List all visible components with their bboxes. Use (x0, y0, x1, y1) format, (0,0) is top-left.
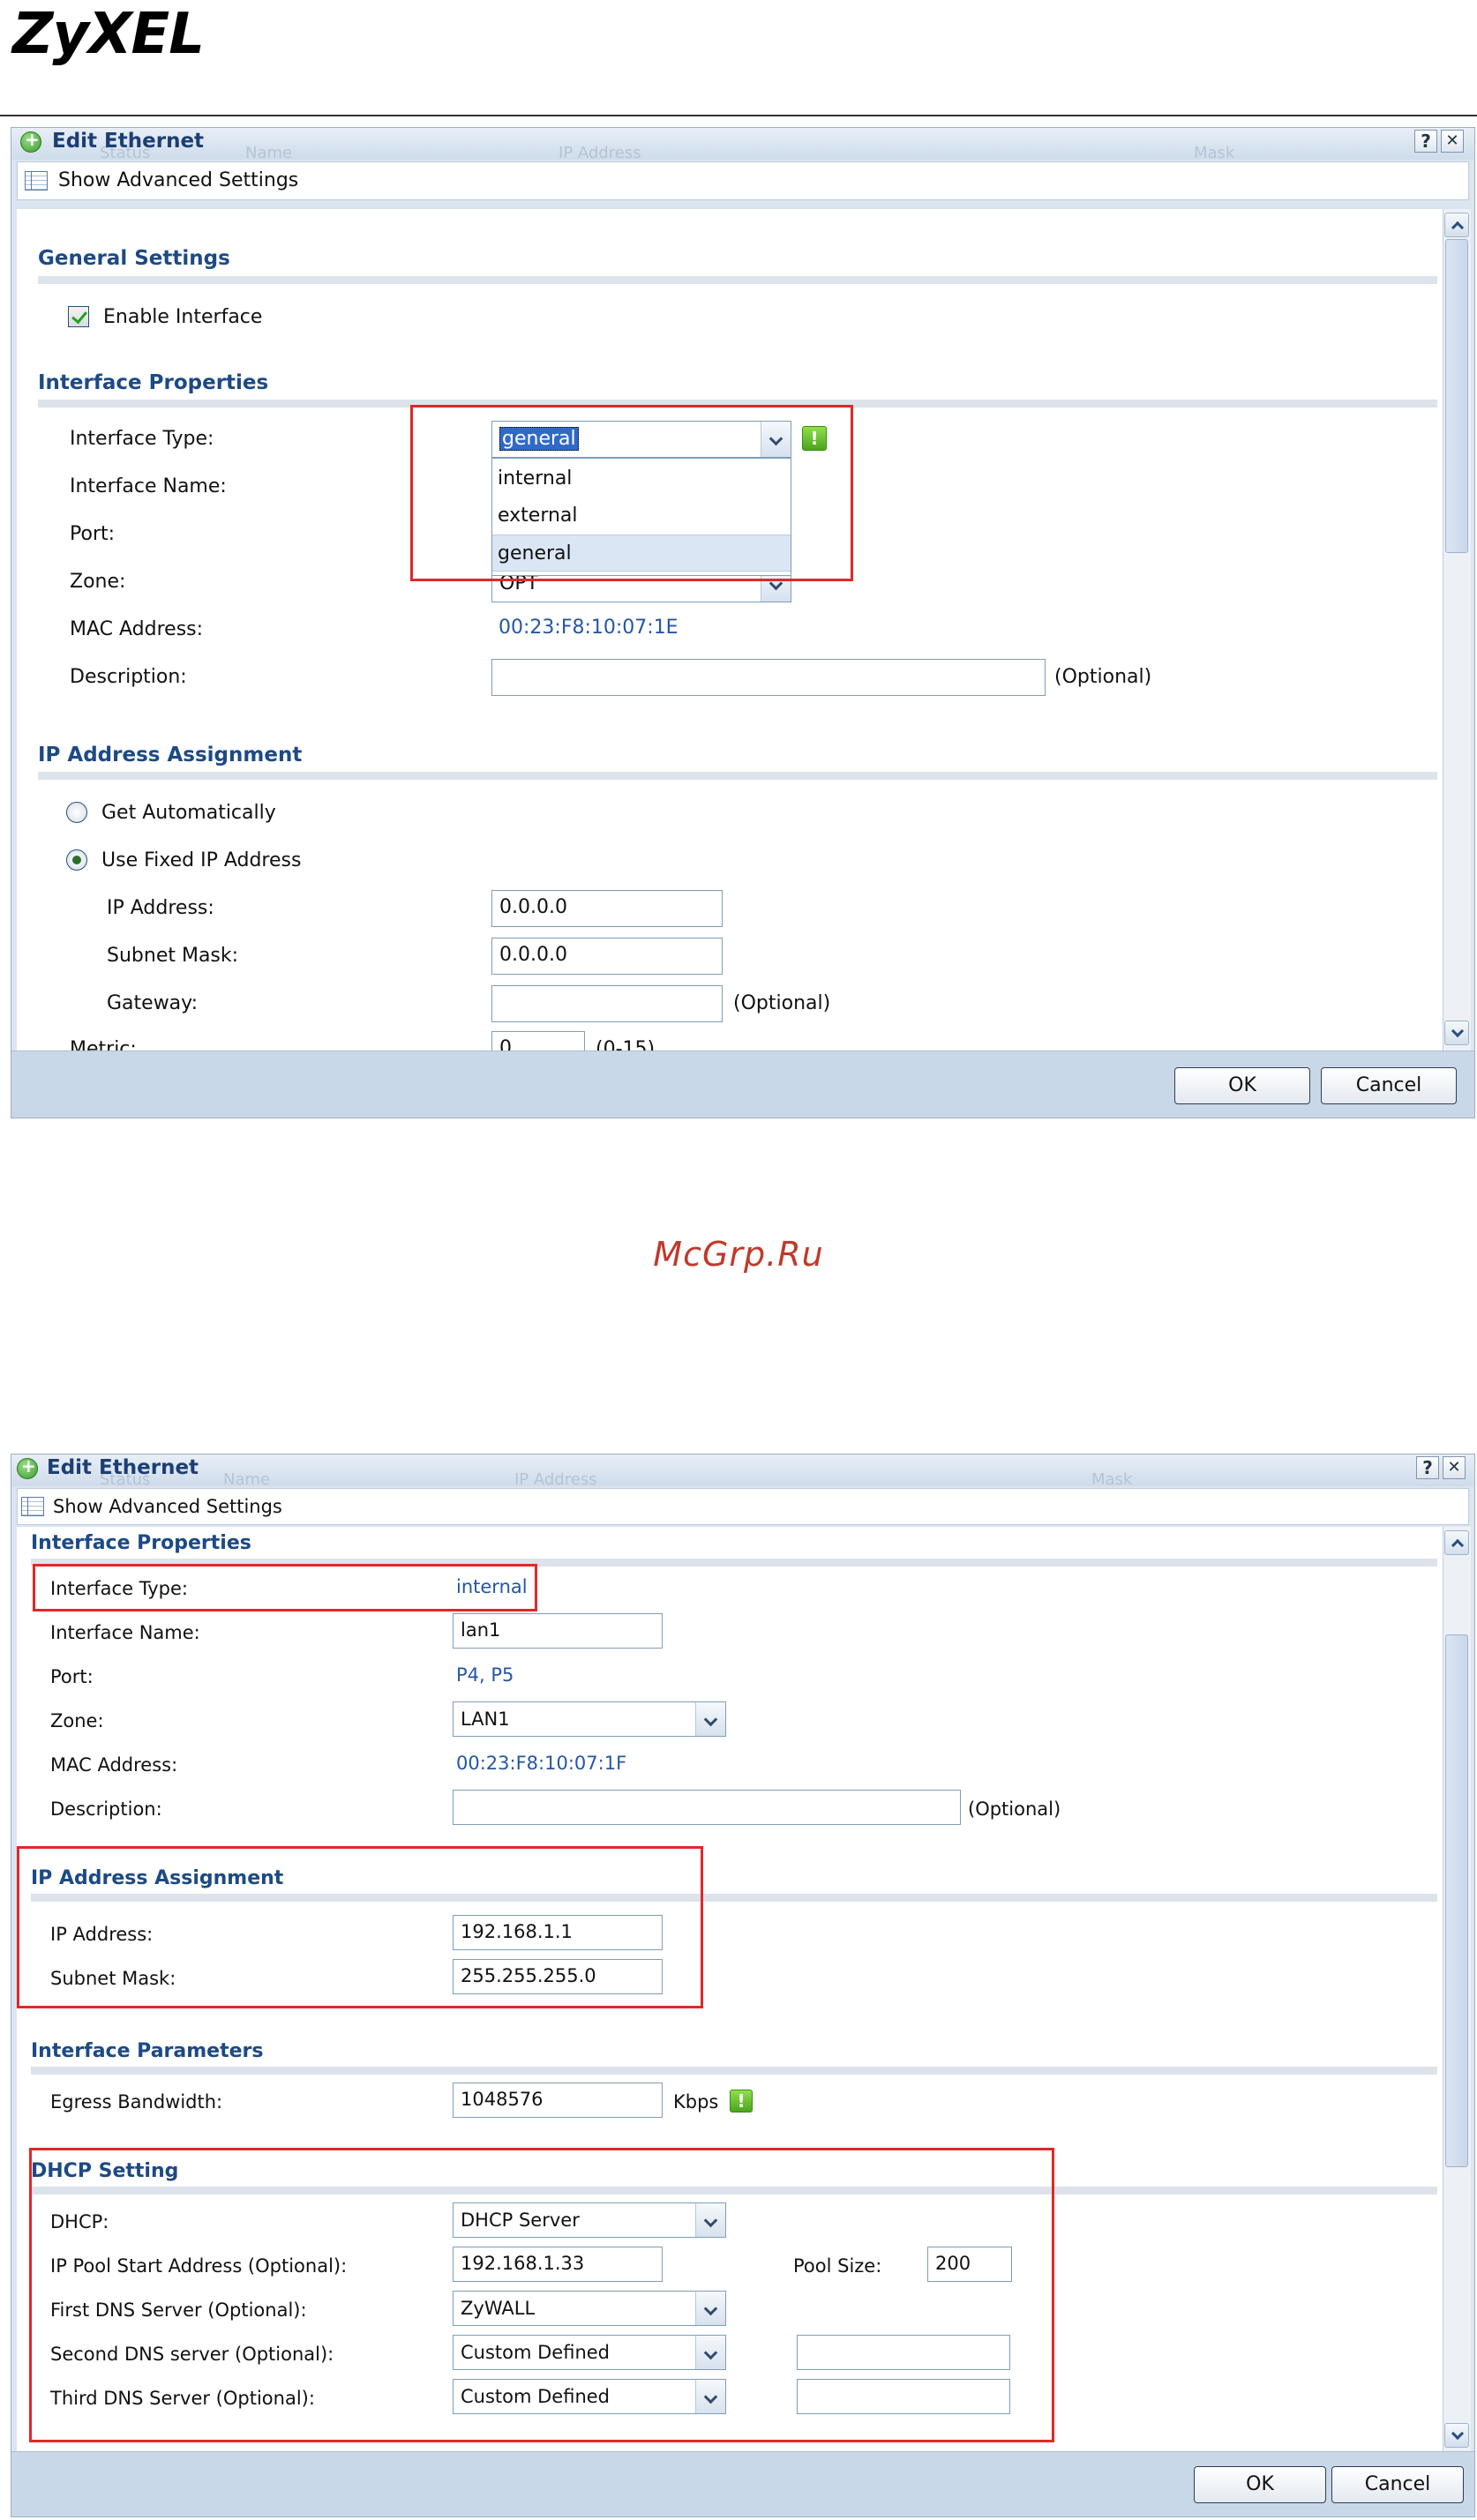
edit-icon (17, 1455, 38, 1479)
dialog-title: Edit Ethernet (52, 130, 205, 153)
dialog-content: Interface Properties Interface Type: int… (17, 1527, 1443, 2451)
zone-value: LAN1 (461, 1709, 510, 1730)
ghost-header-ip: IP Address (514, 1470, 597, 1489)
watermark: McGrp.Ru (653, 1235, 824, 1274)
dialog-title-bar[interactable]: Status Name IP Address Mask Edit Etherne… (11, 1454, 1474, 1489)
dialog-footer: OK Cancel (11, 2451, 1474, 2516)
dialog-title: Edit Ethernet (47, 1456, 199, 1479)
metric-label: Metric: (70, 1038, 137, 1051)
get-automatically-radio[interactable] (66, 802, 87, 823)
metric-range-hint: (0-15) (596, 1038, 656, 1051)
cancel-button[interactable]: Cancel (1321, 1067, 1457, 1104)
mac-address-value: 00:23:F8:10:07:1F (456, 1753, 627, 1774)
interface-name-label: Interface Name: (50, 1622, 200, 1643)
advanced-settings-bar[interactable]: Show Advanced Settings (17, 161, 1469, 200)
chevron-down-icon[interactable] (695, 1702, 725, 1736)
zone-label: Zone: (70, 571, 126, 593)
optional-hint: (Optional) (1054, 666, 1152, 688)
table-icon (25, 171, 48, 191)
close-button[interactable]: ✕ (1441, 130, 1464, 153)
ip-address-input[interactable]: 0.0.0.0 (491, 890, 723, 927)
egress-bandwidth-label: Egress Bandwidth: (50, 2091, 223, 2112)
interface-name-label: Interface Name: (70, 475, 227, 497)
highlight-box (410, 405, 853, 581)
help-button[interactable]: ? (1416, 1456, 1439, 1479)
scroll-up-icon[interactable] (1444, 1530, 1469, 1555)
enable-interface-checkbox[interactable] (68, 306, 89, 327)
scroll-thumb[interactable] (1445, 239, 1468, 553)
mac-address-label: MAC Address: (70, 618, 204, 640)
use-fixed-ip-label: Use Fixed IP Address (101, 849, 302, 871)
description-input[interactable] (491, 659, 1046, 696)
get-automatically-label: Get Automatically (101, 802, 276, 824)
section-divider (31, 2067, 1437, 2075)
zone-select[interactable]: LAN1 (453, 1701, 726, 1737)
ok-button[interactable]: OK (1174, 1067, 1310, 1104)
mac-address-label: MAC Address: (50, 1754, 178, 1776)
show-advanced-settings-link[interactable]: Show Advanced Settings (53, 1496, 282, 1517)
edit-icon (20, 129, 41, 153)
section-ip-address-assignment: IP Address Assignment (38, 744, 303, 766)
scroll-down-icon[interactable] (1444, 1021, 1469, 1045)
zone-label: Zone: (50, 1710, 104, 1731)
help-button[interactable]: ? (1414, 130, 1437, 153)
description-label: Description: (70, 666, 187, 688)
highlight-box (29, 2148, 1054, 2442)
subnet-mask-input[interactable]: 0.0.0.0 (491, 938, 723, 975)
port-value: P4, P5 (456, 1664, 514, 1686)
dialog-content: General Settings Enable Interface Interf… (17, 209, 1443, 1051)
scroll-up-icon[interactable] (1444, 213, 1469, 237)
section-divider (38, 276, 1437, 284)
interface-name-input[interactable]: lan1 (453, 1613, 663, 1649)
close-button[interactable]: ✕ (1443, 1456, 1466, 1479)
gateway-label: Gateway: (107, 992, 198, 1014)
warning-icon: ! (730, 2090, 753, 2112)
header-divider (0, 115, 1477, 116)
highlight-box (33, 1564, 537, 1611)
section-general-settings: General Settings (38, 247, 230, 270)
zyxel-logo: ZyXEL (12, 2, 205, 67)
section-interface-properties: Interface Properties (38, 371, 269, 394)
ghost-header-mask: Mask (1194, 144, 1235, 162)
ghost-header-name: Name (223, 1470, 271, 1489)
section-divider (38, 772, 1437, 780)
egress-bandwidth-input[interactable]: 1048576 (453, 2083, 663, 2118)
show-advanced-settings-link[interactable]: Show Advanced Settings (58, 169, 298, 191)
ghost-header-name: Name (245, 144, 293, 162)
port-label: Port: (50, 1666, 94, 1687)
dialog-title-bar[interactable]: Status Name IP Address Mask Edit Etherne… (11, 128, 1474, 162)
ip-address-label: IP Address: (107, 897, 214, 919)
highlight-box (17, 1846, 703, 2008)
port-label: Port: (70, 523, 116, 545)
table-icon (21, 1497, 44, 1516)
vertical-scrollbar[interactable] (1443, 1527, 1471, 2451)
description-input[interactable] (453, 1790, 961, 1825)
scroll-down-icon[interactable] (1444, 2423, 1469, 2448)
advanced-settings-bar[interactable]: Show Advanced Settings (17, 1488, 1469, 1525)
scroll-thumb[interactable] (1445, 1634, 1468, 2167)
interface-type-label: Interface Type: (70, 428, 214, 450)
enable-interface-label: Enable Interface (103, 306, 263, 328)
section-interface-properties: Interface Properties (31, 1532, 251, 1554)
dialog-footer: OK Cancel (11, 1051, 1474, 1118)
optional-hint: (Optional) (733, 992, 831, 1014)
kbps-unit: Kbps (673, 2091, 719, 2112)
mac-address-value: 00:23:F8:10:07:1E (499, 617, 679, 639)
subnet-mask-label: Subnet Mask: (107, 945, 239, 967)
ghost-header-ip: IP Address (559, 144, 641, 162)
description-label: Description: (50, 1798, 162, 1820)
optional-hint: (Optional) (968, 1798, 1061, 1820)
gateway-input[interactable] (491, 985, 723, 1022)
edit-ethernet-dialog-general: Status Name IP Address Mask Edit Etherne… (11, 127, 1475, 1118)
cancel-button[interactable]: Cancel (1331, 2466, 1464, 2503)
edit-ethernet-dialog-internal: Status Name IP Address Mask Edit Etherne… (11, 1454, 1475, 2517)
ghost-header-mask: Mask (1091, 1470, 1133, 1489)
metric-input[interactable]: 0 (491, 1031, 585, 1051)
vertical-scrollbar[interactable] (1443, 209, 1471, 1051)
use-fixed-ip-radio[interactable] (66, 849, 87, 871)
section-interface-parameters: Interface Parameters (31, 2040, 264, 2062)
ok-button[interactable]: OK (1194, 2466, 1326, 2503)
